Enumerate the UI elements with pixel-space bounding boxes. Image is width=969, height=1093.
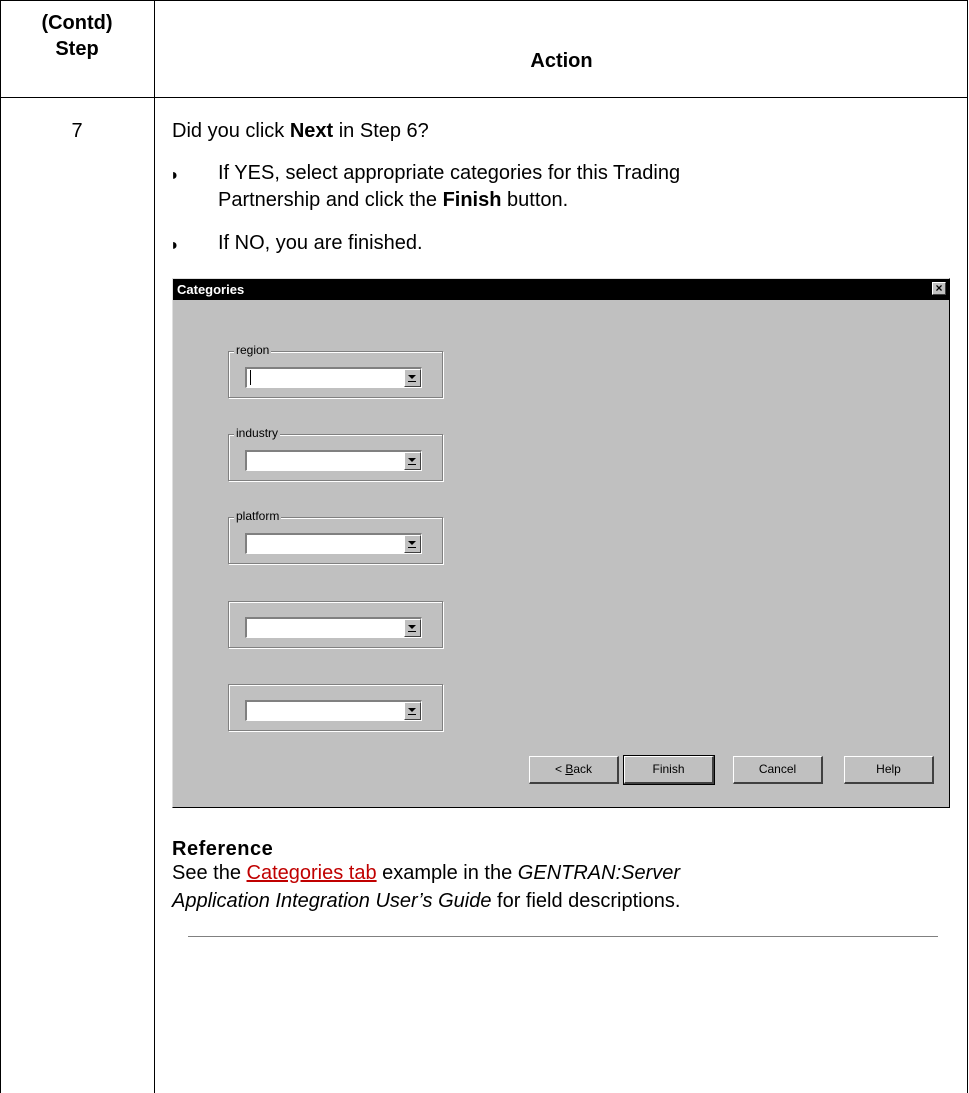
help-button[interactable]: Help xyxy=(844,756,934,784)
platform-combobox[interactable] xyxy=(245,533,422,554)
group-label-region: region xyxy=(234,343,272,357)
table-top-border xyxy=(0,0,968,1)
button-separator-highlight xyxy=(188,937,938,938)
procedure-table: (Contd) Step Action 7 Did you click Next… xyxy=(0,0,968,1093)
bullet-icon: ◗ xyxy=(170,237,180,254)
categories-dialog: Categories × region industry platform < … xyxy=(172,278,950,938)
header-action: Action xyxy=(530,50,593,72)
back-label-pre: < xyxy=(554,762,566,776)
dropdown-arrow-icon[interactable] xyxy=(404,619,421,637)
category-group-4 xyxy=(228,601,443,648)
dialog-title-bar[interactable]: Categories × xyxy=(173,279,949,300)
dropdown-arrow-icon[interactable] xyxy=(404,535,421,553)
dialog-title: Categories xyxy=(177,282,245,297)
industry-combobox[interactable] xyxy=(245,450,422,471)
question-post: in Step 6? xyxy=(333,120,429,142)
dropdown-arrow-icon[interactable] xyxy=(404,369,421,387)
ref-line1-mid: example in the xyxy=(376,862,518,884)
bullet-icon: ◗ xyxy=(170,167,180,184)
category-4-combobox[interactable] xyxy=(245,617,422,638)
group-label-platform: platform xyxy=(234,509,282,523)
table-right-border xyxy=(967,0,968,1093)
table-left-border xyxy=(0,0,1,1093)
ref-line1-pre: See the xyxy=(172,862,247,884)
dropdown-arrow-icon[interactable] xyxy=(404,452,421,470)
close-button[interactable]: × xyxy=(932,282,946,295)
bullet-yes-line1: If YES, select appropriate categories fo… xyxy=(218,162,681,184)
header-bottom-border xyxy=(0,97,968,98)
bullet-no-line1: If NO, you are finished. xyxy=(218,232,423,254)
bullet-yes-bold: Finish xyxy=(442,189,502,211)
dropdown-arrow-icon[interactable] xyxy=(404,702,421,720)
question-pre: Did you click xyxy=(172,120,290,142)
back-button[interactable]: < Back xyxy=(529,756,619,784)
column-divider xyxy=(154,0,155,1093)
category-group-industry: industry xyxy=(228,426,443,481)
back-label-post: ack xyxy=(573,762,593,776)
header-step: (Contd) Step xyxy=(0,10,154,62)
text-cursor xyxy=(250,370,251,385)
category-group-platform: platform xyxy=(228,509,443,564)
reference-line2: Application Integration User’s Guide for… xyxy=(172,888,680,914)
category-5-combobox[interactable] xyxy=(245,700,422,721)
category-group-region: region xyxy=(228,343,443,398)
bullet-yes-line2: Partnership and click the Finish button. xyxy=(218,187,568,213)
header-step-line2: Step xyxy=(55,38,99,60)
bullet-yes-pre: Partnership and click the xyxy=(218,189,443,211)
ref-line2-italic: Application Integration User’s Guide xyxy=(172,890,492,912)
reference-heading: Reference xyxy=(172,838,274,860)
close-icon: × xyxy=(935,281,943,295)
step-number: 7 xyxy=(71,120,83,142)
ref-line2-post: for field descriptions. xyxy=(491,890,681,912)
finish-button[interactable]: Finish xyxy=(623,755,715,785)
ref-line1-italic: GENTRAN:Server xyxy=(517,862,681,884)
step-question: Did you click Next in Step 6? xyxy=(172,118,429,144)
categories-tab-link[interactable]: Categories tab xyxy=(247,862,377,884)
category-group-5 xyxy=(228,684,443,731)
cancel-button[interactable]: Cancel xyxy=(733,756,823,784)
bullet-yes-post: button. xyxy=(501,189,569,211)
question-bold: Next xyxy=(289,120,334,142)
header-step-line1: (Contd) xyxy=(41,12,113,34)
reference-line1: See the Categories tab example in the GE… xyxy=(172,860,680,886)
region-combobox[interactable] xyxy=(245,367,422,388)
group-label-industry: industry xyxy=(234,426,281,440)
